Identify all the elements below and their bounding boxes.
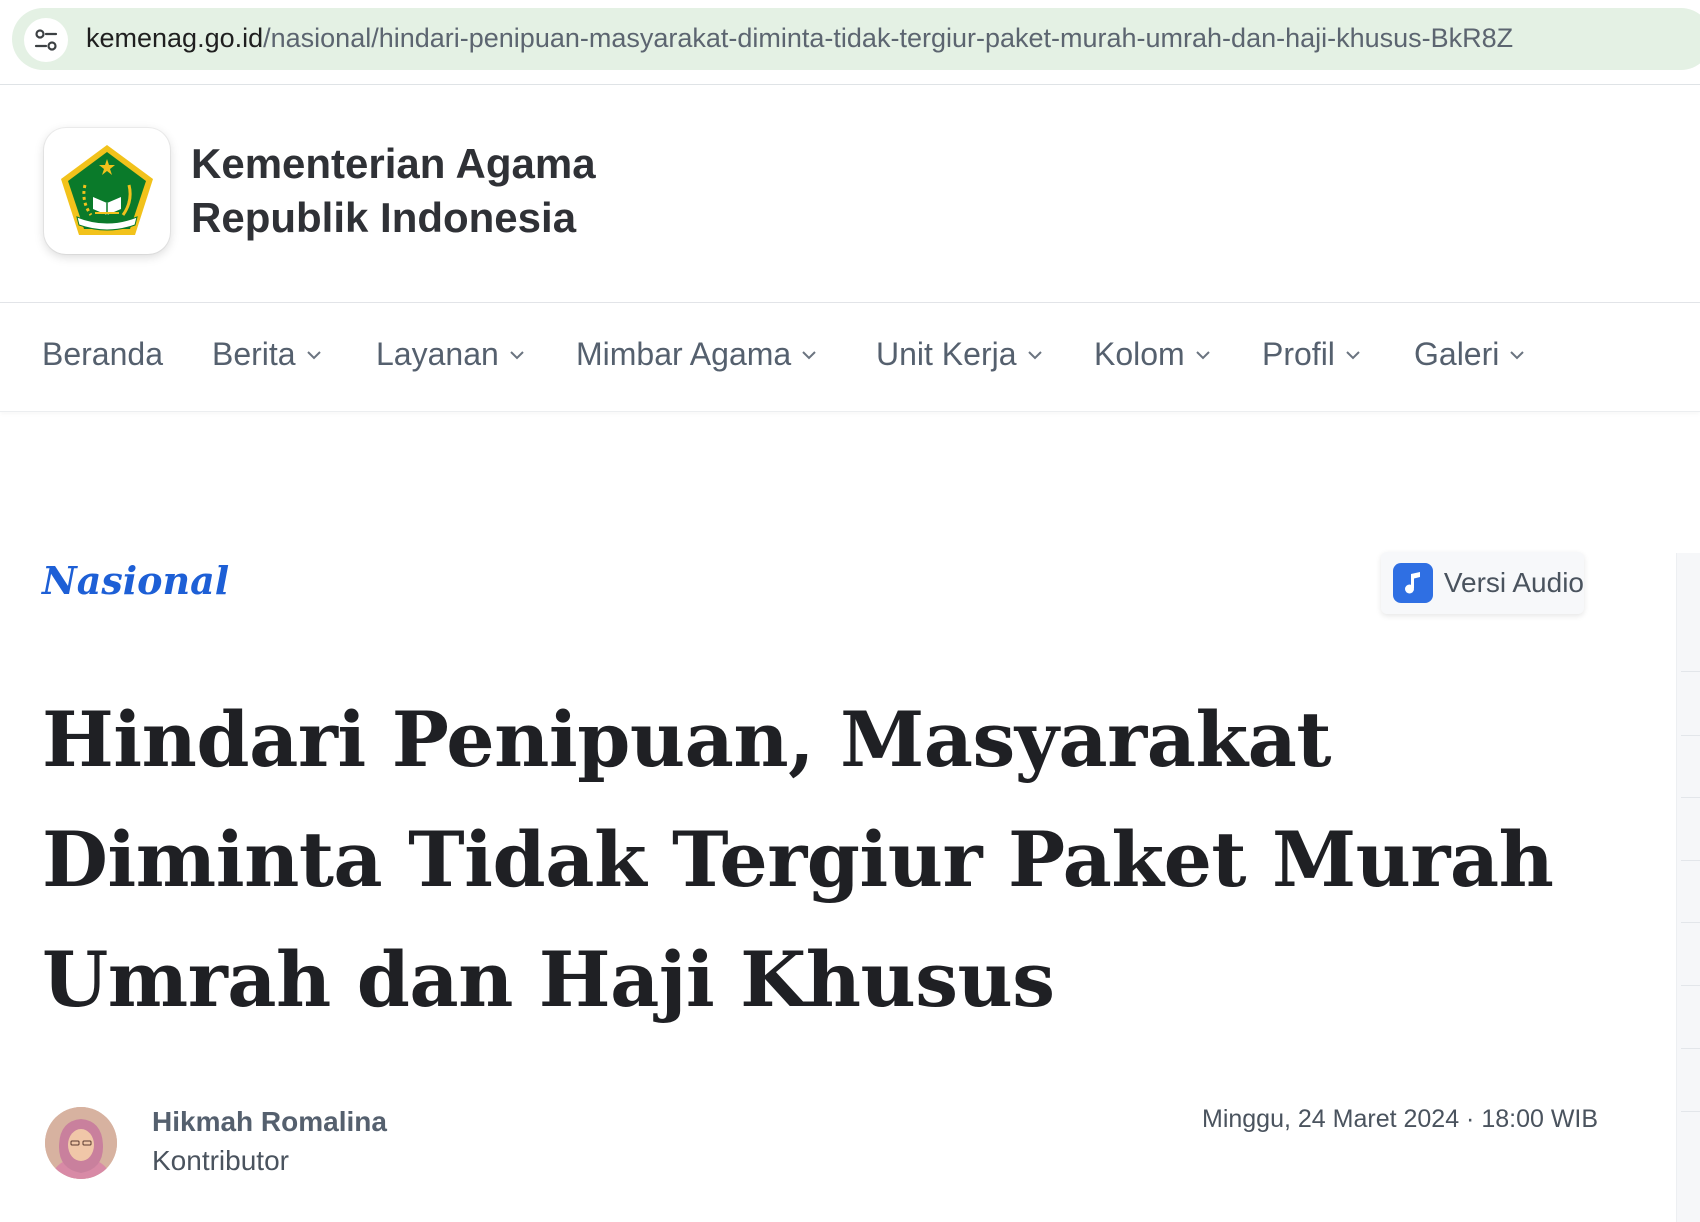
nav-label: Mimbar Agama: [576, 336, 792, 372]
sidebar-edge: [1676, 553, 1700, 1222]
music-note-icon: [1393, 563, 1433, 603]
nav-label: Galeri: [1414, 336, 1500, 372]
nav-label: Beranda: [42, 336, 163, 372]
author-name[interactable]: Hikmah Romalina: [152, 1106, 387, 1138]
url-domain: kemenag.go.id: [86, 23, 264, 53]
nav-label: Layanan: [376, 336, 499, 372]
nav-item-beranda[interactable]: Beranda: [42, 336, 163, 373]
nav-item-profil[interactable]: Profil: [1262, 336, 1361, 373]
site-header: Kementerian Agama Republik Indonesia: [0, 85, 1700, 303]
url-text[interactable]: kemenag.go.id/nasional/hindari-penipuan-…: [86, 23, 1513, 54]
chevron-down-icon: [306, 350, 322, 360]
chevron-down-icon: [1195, 350, 1211, 360]
nav-item-layanan[interactable]: Layanan: [376, 336, 525, 373]
category-link[interactable]: Nasional: [42, 558, 229, 603]
chevron-down-icon: [801, 350, 817, 360]
browser-address-bar: kemenag.go.id/nasional/hindari-penipuan-…: [0, 0, 1700, 85]
author-avatar[interactable]: [45, 1107, 117, 1179]
article-title: Hindari Penipuan, Masyarakat Diminta Tid…: [42, 680, 1554, 1040]
nav-label: Kolom: [1094, 336, 1185, 372]
audio-version-label: Versi Audio: [1443, 567, 1584, 598]
nav-label: Unit Kerja: [876, 336, 1017, 372]
chevron-down-icon: [1027, 350, 1043, 360]
url-path: /nasional/hindari-penipuan-masyarakat-di…: [263, 23, 1514, 53]
nav-label: Berita: [212, 336, 296, 372]
brand-line-1: Kementerian Agama: [191, 140, 596, 187]
site-brand[interactable]: Kementerian Agama Republik Indonesia: [191, 137, 596, 245]
author-role: Kontributor: [152, 1145, 289, 1176]
kemenag-emblem-icon: [61, 145, 153, 235]
publish-date: Minggu, 24 Maret 2024 · 18:00 WIB: [1202, 1105, 1599, 1133]
url-field[interactable]: kemenag.go.id/nasional/hindari-penipuan-…: [12, 8, 1700, 70]
nav-item-galeri[interactable]: Galeri: [1414, 336, 1525, 373]
article-title-line: Diminta Tidak Tergiur Paket Murah: [42, 815, 1554, 904]
kemenag-logo[interactable]: [44, 128, 170, 254]
tune-icon[interactable]: [24, 18, 68, 62]
main-nav: Beranda Berita Layanan Mimbar Agama Unit…: [0, 303, 1700, 412]
nav-item-kolom[interactable]: Kolom: [1094, 336, 1211, 373]
article-title-line: Hindari Penipuan, Masyarakat: [42, 695, 1331, 784]
article-title-line: Umrah dan Haji Khusus: [42, 935, 1055, 1024]
nav-label: Profil: [1262, 336, 1335, 372]
nav-item-berita[interactable]: Berita: [212, 336, 322, 373]
chevron-down-icon: [1345, 350, 1361, 360]
nav-item-unit-kerja[interactable]: Unit Kerja: [876, 336, 1043, 373]
chevron-down-icon: [509, 350, 525, 360]
nav-item-mimbar-agama[interactable]: Mimbar Agama: [576, 336, 817, 373]
brand-line-2: Republik Indonesia: [191, 194, 577, 241]
audio-version-button[interactable]: Versi Audio: [1381, 552, 1584, 614]
chevron-down-icon: [1509, 350, 1525, 360]
